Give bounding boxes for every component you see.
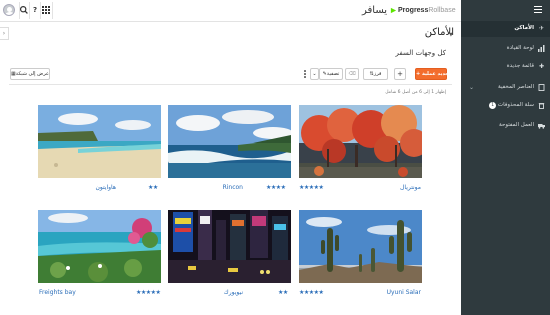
app-title: يسافر (362, 5, 388, 16)
count-badge: 1 (489, 102, 497, 109)
top-bar: ? يسافر ProgressRollbase (0, 0, 461, 22)
place-name[interactable]: مونتريال (400, 184, 421, 191)
user-avatar[interactable] (3, 4, 15, 16)
plus-icon: ✚ (538, 63, 545, 70)
filter-button[interactable]: ✎تصفية (319, 68, 343, 80)
sidebar-item-open-work[interactable]: العمل المفتوحة (461, 118, 550, 134)
place-card[interactable]: Rincon ★★★★ (168, 105, 291, 197)
sidebar-item-text: سلة المحذوفات (497, 102, 534, 108)
rating-stars: ★★★★★ (299, 184, 324, 191)
chevron-down-icon: ⌄ (469, 84, 475, 91)
plane-icon: ✈ (538, 25, 545, 32)
place-photo[interactable] (168, 105, 291, 178)
place-card[interactable]: Freights bay ★★★★★ (38, 210, 161, 302)
brand-suffix: Rollbase (428, 7, 456, 14)
place-name[interactable]: Freights bay (39, 289, 76, 296)
place-photo[interactable] (38, 105, 161, 178)
divider (52, 2, 53, 19)
view-grid-label: عرض إلى شبكة (15, 71, 49, 77)
place-photo[interactable] (38, 210, 161, 283)
sidebar-item-label: لوحة القيادة (506, 45, 534, 51)
help-icon[interactable]: ? (30, 5, 40, 15)
brand-prefix: Progress (398, 7, 429, 14)
truck-icon (538, 122, 545, 129)
view-subtitle: كل وجهات السفر (395, 49, 446, 57)
sidebar-item-dashboard[interactable]: لوحة القيادة (461, 41, 550, 57)
rating-stars: ★★★★★ (136, 289, 161, 296)
caret-down-icon[interactable]: ▼ (449, 32, 453, 38)
filter-label: تصفية (326, 71, 340, 77)
progress-logo-icon (390, 7, 397, 14)
place-photo[interactable] (299, 210, 422, 283)
more-options-icon[interactable] (304, 70, 306, 80)
menu-toggle-icon[interactable] (534, 6, 542, 13)
brand-logo: ProgressRollbase (398, 7, 456, 14)
chart-icon (538, 45, 545, 52)
trash-icon (538, 102, 545, 109)
file-icon (538, 84, 545, 91)
filter-dropdown-button[interactable]: ⌄ (310, 68, 319, 80)
expand-panel-button[interactable]: › (0, 27, 9, 40)
rating-stars: ★★ (278, 289, 288, 296)
new-record-button[interactable]: + جديد عملية (415, 68, 449, 80)
search-icon[interactable] (19, 5, 29, 15)
sidebar-item-hidden-items[interactable]: ⌄ العناصر المخفية (461, 80, 550, 96)
records-info: إظهار 1 إلى 6 من أصل 6 شامل (385, 90, 446, 95)
rating-stars: ★★★★ (266, 184, 286, 191)
sort-button[interactable]: ⇅فرز (363, 68, 388, 80)
sidebar-item-new-list[interactable]: ✚ قائمة جديدة (461, 59, 550, 75)
sidebar-item-label: قائمة جديدة (506, 63, 534, 69)
view-as-grid-button[interactable]: ▦عرض إلى شبكة (10, 68, 50, 80)
rating-stars: ★★ (148, 184, 158, 191)
place-photo[interactable] (299, 105, 422, 178)
rating-stars: ★★★★★ (299, 289, 324, 296)
divider (9, 84, 452, 85)
place-card[interactable]: هاوايتون ★★ (38, 105, 161, 197)
sidebar-item-label: سلة المحذوفات 1 (489, 102, 534, 109)
place-card[interactable]: نيويورك ★★ (168, 210, 291, 302)
sort-label: فرز (373, 71, 382, 77)
sidebar-item-trash[interactable]: سلة المحذوفات 1 (461, 98, 550, 114)
sidebar-item-label: الأماكن (514, 25, 534, 31)
delete-button[interactable]: ⌫ (345, 68, 359, 80)
sidebar-item-label: العمل المفتوحة (499, 122, 534, 128)
trash-icon: ⌫ (348, 71, 356, 77)
place-name[interactable]: Rincon (223, 184, 243, 191)
place-name[interactable]: نيويورك (224, 289, 243, 296)
sidebar-item-label: العناصر المخفية (498, 84, 534, 90)
place-name[interactable]: هاوايتون (95, 184, 116, 191)
place-name[interactable]: Uyuni Salar (387, 289, 421, 296)
place-photo[interactable] (168, 210, 291, 283)
chevron-down-icon: ⌄ (312, 71, 317, 77)
place-card[interactable]: مونتريال ★★★★★ (299, 105, 422, 197)
apps-grid-icon[interactable] (41, 5, 51, 15)
sidebar-item-places[interactable]: ✈ الأماكن (461, 21, 550, 37)
place-card[interactable]: Uyuni Salar ★★★★★ (299, 210, 422, 302)
add-button[interactable]: + (394, 68, 406, 80)
